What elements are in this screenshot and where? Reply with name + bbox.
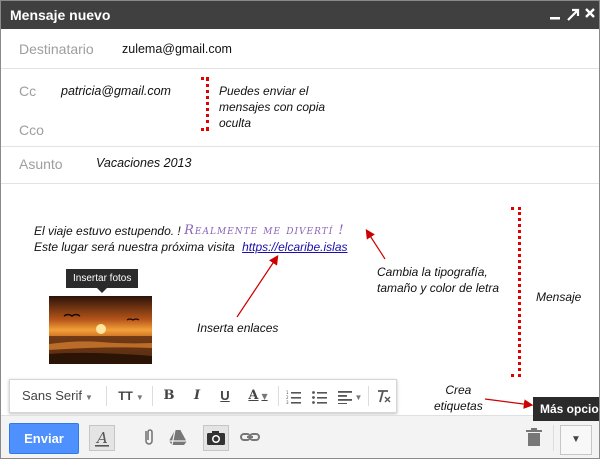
numbered-list-button[interactable]: 1 2 3 bbox=[282, 380, 306, 412]
svg-text:A: A bbox=[95, 429, 108, 447]
chevron-down-icon: ▼ bbox=[261, 391, 268, 401]
popout-icon[interactable] bbox=[564, 4, 582, 24]
compose-window: Mensaje nuevo Destinatario zulema@gmail.… bbox=[0, 0, 600, 459]
svg-text:3: 3 bbox=[286, 400, 289, 404]
italic-button[interactable]: I bbox=[184, 380, 210, 412]
typography-annotation: Cambia la tipografía, tamaño y color de … bbox=[377, 264, 499, 296]
insert-link-button[interactable] bbox=[237, 425, 263, 451]
cc-annotation: Puedes enviar el mensajes con copia ocul… bbox=[219, 83, 325, 131]
discard-draft-button[interactable] bbox=[521, 425, 547, 451]
toolbar-divider bbox=[278, 386, 279, 406]
cc-annotation-line: Puedes enviar el bbox=[219, 84, 309, 98]
window-title: Mensaje nuevo bbox=[10, 7, 111, 23]
cc-annotation-line: oculta bbox=[219, 116, 252, 130]
paperclip-icon bbox=[145, 429, 153, 445]
toolbar-divider bbox=[553, 425, 554, 451]
more-options-tooltip: Más opciones bbox=[533, 397, 599, 421]
message-annotation: Mensaje bbox=[536, 290, 582, 304]
text-color-button[interactable]: A ▼ bbox=[240, 380, 276, 412]
text-format-icon: A bbox=[95, 429, 109, 447]
typography-arrow bbox=[365, 228, 386, 260]
clear-formatting-icon bbox=[378, 389, 391, 402]
labels-arrow bbox=[484, 398, 534, 409]
minimize-icon[interactable] bbox=[546, 4, 564, 24]
align-left-icon bbox=[337, 390, 352, 404]
attach-files-button[interactable] bbox=[136, 425, 162, 451]
bcc-label[interactable]: Cco bbox=[19, 122, 44, 138]
numbered-list-icon: 1 2 3 bbox=[286, 390, 301, 405]
chevron-down-icon: ▼ bbox=[571, 434, 581, 445]
subject-label: Asunto bbox=[19, 156, 63, 172]
link-icon bbox=[240, 433, 260, 441]
camera-icon bbox=[207, 431, 225, 445]
align-button[interactable]: ▼ bbox=[334, 380, 366, 412]
to-label: Destinatario bbox=[19, 41, 94, 57]
remove-formatting-button[interactable] bbox=[372, 380, 394, 412]
text-color-icon: A bbox=[248, 388, 259, 403]
bold-button[interactable]: B bbox=[156, 380, 182, 412]
message-annotation-bracket bbox=[511, 207, 521, 377]
formatting-toolbar: Sans Serif ▼ TT ▼ B I U A ▼ 1 2 3 ▼ bbox=[9, 379, 397, 413]
insert-photo-button[interactable] bbox=[203, 425, 229, 451]
font-size-select[interactable]: TT ▼ bbox=[112, 380, 150, 412]
to-row[interactable]: Destinatario zulema@gmail.com bbox=[1, 29, 599, 69]
cc-value[interactable]: patricia@gmail.com bbox=[61, 84, 171, 98]
subject-value[interactable]: Vacaciones 2013 bbox=[96, 156, 191, 170]
body-link[interactable]: https://elcaribe.islas bbox=[242, 240, 347, 254]
send-button[interactable]: Enviar bbox=[9, 423, 79, 454]
bulleted-list-icon bbox=[312, 390, 327, 404]
labels-annotation-line: Crea bbox=[445, 383, 472, 397]
cc-annotation-bracket bbox=[201, 77, 209, 131]
sunset-photo bbox=[49, 296, 152, 364]
body-line-2-text: Este lugar será nuestra próxima visita bbox=[34, 240, 235, 254]
font-family-value: Sans Serif bbox=[22, 388, 82, 403]
chevron-down-icon: ▼ bbox=[354, 393, 363, 402]
body-line-1-text: El viaje estuvo estupendo. ! bbox=[34, 224, 181, 238]
typography-annotation-line: tamaño y color de letra bbox=[377, 281, 500, 295]
body-line-1[interactable]: El viaje estuvo estupendo. ! Realmente m… bbox=[34, 223, 345, 239]
title-bar: Mensaje nuevo bbox=[1, 1, 599, 29]
drive-icon bbox=[169, 429, 188, 446]
decorated-text: Realmente me divertí ! bbox=[184, 223, 345, 238]
font-family-select[interactable]: Sans Serif ▼ bbox=[14, 380, 102, 412]
close-icon[interactable] bbox=[581, 4, 599, 24]
font-size-icon: TT bbox=[118, 389, 133, 403]
chevron-down-icon: ▼ bbox=[135, 393, 144, 402]
inserted-photo[interactable] bbox=[49, 296, 152, 364]
cc-annotation-line: mensajes con copia bbox=[219, 100, 326, 114]
insert-photos-tooltip: Insertar fotos bbox=[66, 269, 139, 293]
link-annotation: Inserta enlaces bbox=[197, 321, 279, 335]
labels-annotation: Crea etiquetas bbox=[434, 382, 483, 414]
toolbar-divider bbox=[106, 386, 107, 406]
trash-icon bbox=[526, 428, 542, 446]
bulleted-list-button[interactable] bbox=[308, 380, 332, 412]
formatting-options-button[interactable]: A bbox=[89, 425, 115, 451]
cc-label[interactable]: Cc bbox=[19, 83, 36, 99]
link-arrow bbox=[236, 255, 279, 318]
insert-drive-button[interactable] bbox=[165, 425, 191, 451]
subject-row[interactable]: Asunto Vacaciones 2013 bbox=[1, 147, 599, 184]
to-value[interactable]: zulema@gmail.com bbox=[122, 42, 232, 56]
chevron-down-icon: ▼ bbox=[84, 393, 93, 402]
more-options-button[interactable]: ▼ bbox=[560, 425, 592, 455]
toolbar-divider bbox=[368, 386, 369, 406]
body-line-2[interactable]: Este lugar será nuestra próxima visita h… bbox=[34, 240, 348, 254]
underline-button[interactable]: U bbox=[212, 380, 238, 412]
labels-annotation-line: etiquetas bbox=[434, 399, 483, 413]
toolbar-divider bbox=[152, 386, 153, 406]
typography-annotation-line: Cambia la tipografía, bbox=[377, 265, 488, 279]
